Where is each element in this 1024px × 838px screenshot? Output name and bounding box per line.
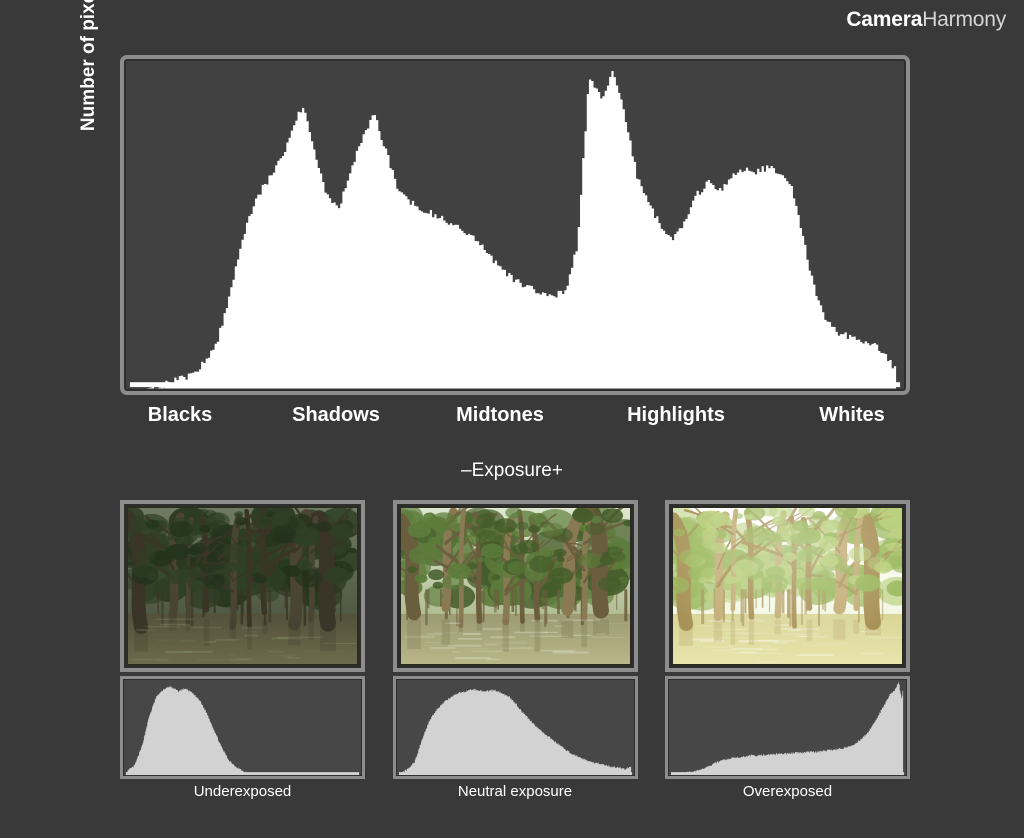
mini-histogram-over[interactable]	[665, 676, 910, 779]
thumbnail-over[interactable]	[665, 500, 910, 672]
main-histogram-panel	[120, 55, 910, 395]
exposure-axis-label: –Exposure+	[461, 460, 563, 481]
x-tick-shadows: Shadows	[292, 404, 380, 426]
mini-histogram-under[interactable]	[120, 676, 365, 779]
x-tick-midtones: Midtones	[456, 404, 544, 426]
mini-histogram-row	[120, 676, 910, 779]
mini-histogram-area-under	[126, 685, 359, 776]
main-histogram-frame	[120, 55, 910, 395]
mini-histogram-neutral[interactable]	[392, 676, 638, 779]
y-axis-label: Number of pixels	[78, 0, 99, 132]
main-histogram-baseline	[129, 382, 901, 388]
mini-histogram-area-over	[671, 682, 904, 776]
x-tick-blacks: Blacks	[147, 404, 213, 426]
mini-histogram-plot-over	[670, 682, 905, 776]
exposure-caption-row: Underexposed Neutral exposure Overexposed	[120, 783, 910, 809]
main-histogram-area	[133, 71, 897, 389]
thumbnail-neutral[interactable]	[392, 500, 638, 672]
x-tick-highlights: Highlights	[627, 404, 725, 426]
brand-name-light: Harmony	[922, 8, 1006, 31]
x-tick-whites: Whites	[819, 404, 885, 426]
brand-logo: CameraHarmony	[846, 8, 1006, 32]
mini-histogram-plot-under	[125, 685, 360, 776]
exposure-thumbnail-row	[120, 500, 910, 675]
mini-histogram-baseline-neutral	[398, 772, 632, 776]
thumbnail-under[interactable]	[120, 500, 365, 672]
mini-histogram-baseline-under	[125, 772, 360, 776]
mini-histogram-area-neutral	[399, 688, 631, 776]
brand-name-bold: Camera	[846, 8, 923, 31]
caption-neutral: Neutral exposure	[457, 783, 573, 800]
caption-over: Overexposed	[742, 783, 833, 800]
x-axis-tick-labels: Blacks Shadows Midtones Highlights Whites	[120, 404, 920, 436]
mini-histogram-baseline-over	[670, 772, 905, 776]
forest-photo-over	[673, 508, 902, 664]
main-histogram-plot	[129, 71, 901, 389]
forest-photo-neutral	[400, 508, 630, 664]
mini-histogram-plot-neutral	[398, 688, 632, 776]
forest-photo-under	[128, 508, 357, 664]
caption-under: Underexposed	[193, 783, 292, 800]
